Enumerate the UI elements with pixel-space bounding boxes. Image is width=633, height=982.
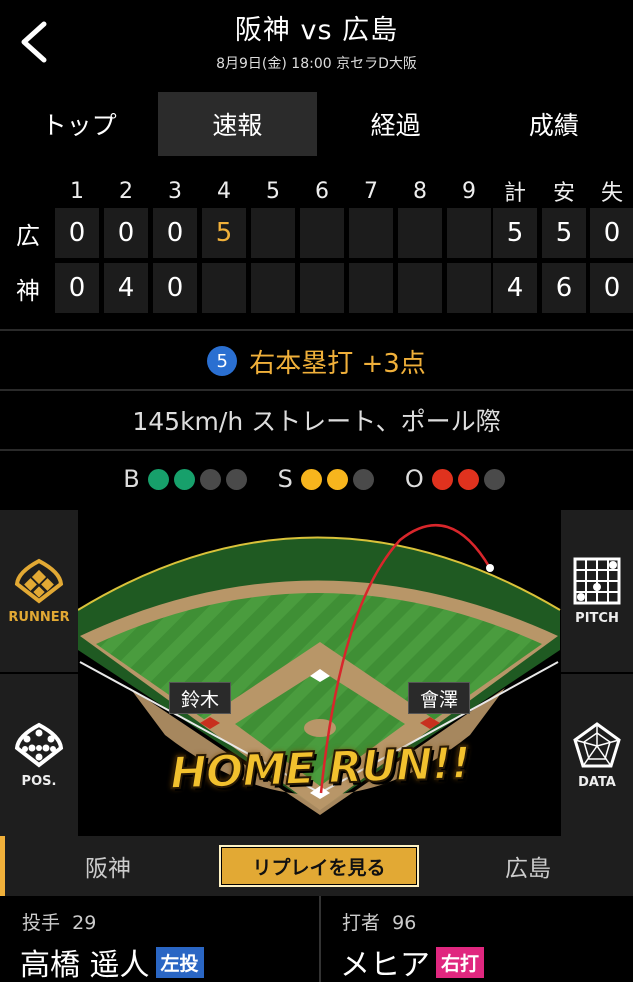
inning-score	[202, 263, 246, 313]
team-label: 神	[16, 276, 40, 305]
inning-score: 4	[104, 263, 148, 313]
inning-score	[447, 208, 491, 258]
inning-score: 0	[104, 208, 148, 258]
runs-total: 5	[493, 208, 537, 258]
pitch-button[interactable]: PITCH	[561, 510, 633, 672]
pitcher-name: 高橋 遥人	[20, 948, 150, 982]
strike-dot	[326, 468, 348, 490]
pitcher-role: 投手 29	[22, 908, 96, 935]
outs-indicator: O	[405, 465, 510, 493]
ball-dot	[199, 468, 221, 490]
position-button[interactable]: POS.	[0, 674, 78, 836]
inning-score	[349, 263, 393, 313]
scoreboard-row-away: 広 0 0 0 5 5 5 0	[0, 208, 633, 258]
batter-role: 打者 96	[342, 908, 416, 935]
outs-label: O	[404, 465, 424, 493]
inning-score: 0	[153, 208, 197, 258]
data-button[interactable]: DATA	[561, 674, 633, 836]
replay-button[interactable]: リプレイを見る	[219, 845, 419, 887]
position-label: POS.	[21, 773, 57, 789]
out-dot	[457, 468, 479, 490]
tab-stats[interactable]: 成績	[475, 92, 633, 156]
pitcher-role-label: 投手	[22, 912, 61, 934]
field-view: 鈴木 會澤 HOME RUN!! RUNNER POS. PITCH DATA	[0, 510, 633, 836]
pitcher-number: 29	[72, 912, 97, 934]
balls-label: B	[123, 465, 140, 493]
game-info: 8月9日(金) 18:00 京セラD大阪	[216, 56, 417, 72]
strike-dot	[352, 468, 374, 490]
pitch-label: PITCH	[575, 610, 619, 626]
header: 阪神 vs 広島 8月9日(金) 18:00 京セラD大阪	[0, 0, 633, 88]
runs-total: 4	[493, 263, 537, 313]
pitcher-card[interactable]: 投手 29 高橋 遥人 左投	[0, 896, 316, 982]
tab-bar: トップ 速報 経過 成績	[0, 92, 633, 156]
inning-score: 0	[55, 263, 99, 313]
out-dot	[483, 468, 505, 490]
inning-score	[300, 208, 344, 258]
tab-progress[interactable]: 経過	[317, 92, 475, 156]
inning-score	[300, 263, 344, 313]
batter-name-line: メヒア 右打	[340, 940, 485, 982]
ball-dot	[173, 468, 195, 490]
runner-label-third: 鈴木	[169, 682, 231, 714]
ball-count: B S O	[0, 452, 633, 506]
pitch-info: 145km/h ストレート、ポール際	[132, 407, 501, 436]
ball-dot	[225, 468, 247, 490]
inning-score	[251, 263, 295, 313]
inning-score	[398, 263, 442, 313]
inning-score	[447, 263, 491, 313]
radar-chart-icon	[573, 721, 621, 767]
inning-score: 5	[202, 208, 246, 258]
divider	[0, 449, 633, 451]
inning-score: 0	[55, 208, 99, 258]
errors-total: 0	[590, 263, 633, 313]
play-summary: 5 右本塁打 +3点	[0, 334, 633, 388]
divider	[0, 389, 633, 391]
page-title: 阪神 vs 広島	[234, 15, 399, 46]
inning-score	[398, 208, 442, 258]
batter-role-label: 打者	[342, 912, 381, 934]
hits-total: 6	[542, 263, 586, 313]
inning-badge: 5	[207, 346, 238, 376]
home-run-text: HOME RUN!!	[168, 736, 472, 799]
home-team-tab[interactable]: 阪神	[85, 836, 131, 896]
active-indicator	[0, 836, 5, 896]
runner-button[interactable]: RUNNER	[0, 510, 78, 672]
batter-number: 96	[392, 912, 417, 934]
runner-icon	[14, 558, 64, 604]
tab-live[interactable]: 速報	[158, 92, 317, 156]
away-team-tab[interactable]: 広島	[505, 836, 551, 896]
position-icon	[14, 722, 64, 768]
strikes-label: S	[277, 465, 293, 493]
scoreboard-row-home: 神 0 4 0 4 6 0	[0, 263, 633, 313]
divider	[0, 329, 633, 331]
runner-label-first: 會澤	[408, 682, 470, 714]
hits-total: 5	[542, 208, 586, 258]
play-text: 右本塁打 +3点	[249, 348, 426, 379]
batter-card[interactable]: 打者 96 メヒア 右打	[320, 896, 633, 982]
inning-score: 0	[153, 263, 197, 313]
team-bar: 阪神 リプレイを見る 広島	[0, 836, 633, 896]
balls-indicator: B	[123, 465, 251, 493]
data-label: DATA	[578, 774, 616, 790]
divider	[319, 896, 321, 982]
home-run-banner: HOME RUN!!	[159, 726, 481, 809]
pitcher-throws-badge: 左投	[155, 947, 204, 978]
inning-score	[251, 208, 295, 258]
ball-dot	[147, 468, 169, 490]
matchup: 投手 29 高橋 遥人 左投 打者 96 メヒア 右打	[0, 896, 633, 982]
runner-label: RUNNER	[8, 609, 70, 625]
team-label: 広	[16, 221, 40, 250]
strike-dot	[300, 468, 322, 490]
tab-top[interactable]: トップ	[0, 92, 158, 156]
out-dot	[431, 468, 453, 490]
pitcher-name-line: 高橋 遥人 左投	[20, 940, 204, 982]
errors-total: 0	[590, 208, 633, 258]
pitch-grid-icon	[573, 557, 621, 604]
batter-name: メヒア	[340, 948, 430, 982]
strikes-indicator: S	[278, 465, 379, 493]
inning-score	[349, 208, 393, 258]
batter-bats-badge: 右打	[436, 947, 485, 978]
